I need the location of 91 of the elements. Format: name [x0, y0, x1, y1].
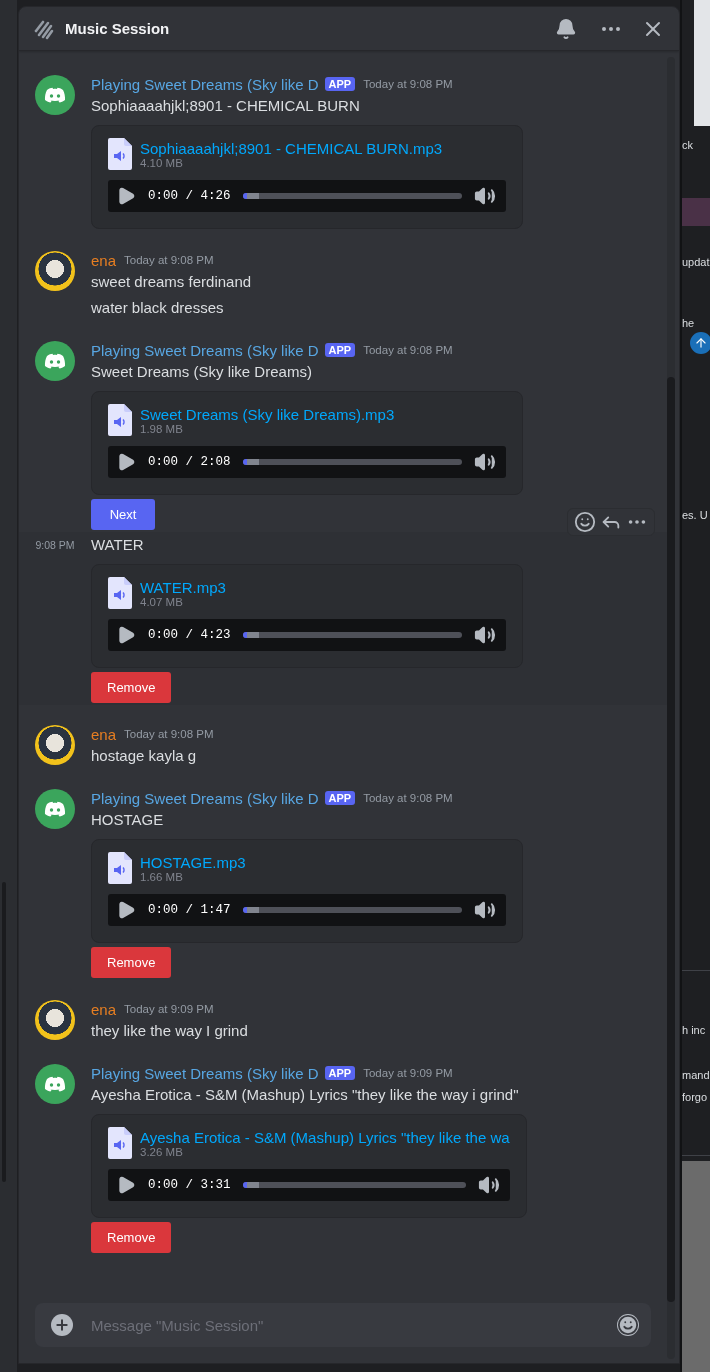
message-time: Today at 9:08 PM — [363, 78, 453, 90]
action-button[interactable]: Next — [91, 499, 155, 530]
background-text: updat — [682, 255, 710, 269]
message-text: sweet dreams ferdinand — [91, 272, 253, 292]
file-size: 3.26 MB — [140, 1145, 183, 1158]
background-text: es. U — [682, 508, 709, 522]
play-icon[interactable] — [116, 186, 136, 206]
message-time: Today at 9:08 PM — [363, 344, 453, 356]
bot-avatar — [35, 1064, 75, 1104]
author-name[interactable]: Playing Sweet Dreams (Sky like D — [91, 789, 319, 807]
audio-file-icon — [108, 404, 132, 436]
message-text: Sweet Dreams (Sky like Dreams) — [91, 362, 313, 382]
file-name-link[interactable]: Sweet Dreams (Sky like Dreams).mp3 — [140, 405, 395, 423]
emoji-icon[interactable] — [574, 511, 596, 533]
file-name-link[interactable]: HOSTAGE.mp3 — [140, 853, 246, 871]
add-icon[interactable] — [51, 1314, 73, 1336]
message-text: water black dresses — [91, 298, 225, 318]
audio-file-icon — [108, 852, 132, 884]
message-text: Sophiaaaahjkl;8901 - CHEMICAL BURN — [91, 96, 361, 116]
bot-avatar — [35, 341, 75, 381]
volume-icon[interactable] — [474, 899, 496, 921]
background-text: forgo — [682, 1090, 709, 1104]
file-size: 1.98 MB — [140, 422, 184, 435]
message-time: Today at 9:08 PM — [363, 792, 453, 804]
background-text: mand — [682, 1068, 710, 1082]
message-time: Today at 9:08 PM — [124, 728, 214, 740]
window-title: Music Session — [65, 20, 171, 37]
author-name[interactable]: Playing Sweet Dreams (Sky like D — [91, 341, 319, 359]
file-size: 4.10 MB — [140, 156, 183, 169]
action-button[interactable]: Remove — [91, 947, 172, 978]
author-name[interactable]: ena — [91, 725, 117, 743]
action-button[interactable]: Remove — [91, 672, 172, 703]
message-text: they like the way I grind — [91, 1021, 249, 1041]
message-time: 9:08 PM — [35, 539, 75, 553]
playback-time: 0:00 / 3:31 — [148, 1178, 231, 1192]
user-avatar[interactable] — [35, 725, 75, 765]
file-size: 4.07 MB — [140, 595, 183, 608]
message-text: HOSTAGE — [91, 810, 165, 830]
app-badge: APP — [324, 77, 356, 91]
message-text: hostage kayla g — [91, 746, 198, 766]
author-name[interactable]: Playing Sweet Dreams (Sky like D — [91, 75, 319, 93]
app-badge: APP — [324, 791, 356, 805]
message-text: WATER — [91, 535, 145, 555]
arrow-up-icon[interactable] — [690, 332, 710, 354]
audio-file-icon — [108, 138, 132, 170]
seek-track[interactable] — [242, 632, 462, 638]
message-time: Today at 9:09 PM — [124, 1003, 214, 1015]
scrollbar-thumb[interactable] — [667, 377, 675, 1302]
emoji-icon[interactable] — [617, 1314, 639, 1336]
play-icon[interactable] — [116, 900, 136, 920]
seek-track[interactable] — [242, 907, 462, 913]
seek-track[interactable] — [242, 193, 462, 199]
app-badge: APP — [324, 1066, 356, 1080]
user-avatar[interactable] — [35, 1000, 75, 1040]
playback-time: 0:00 / 2:08 — [148, 455, 231, 469]
play-icon[interactable] — [116, 452, 136, 472]
seek-track[interactable] — [242, 1182, 466, 1188]
message-text: Ayesha Erotica - S&M (Mashup) Lyrics "they like the way i grind" — [91, 1085, 520, 1105]
seek-track[interactable] — [242, 459, 462, 465]
user-avatar[interactable] — [35, 251, 75, 291]
playback-time: 0:00 / 4:26 — [148, 189, 231, 203]
file-name-link[interactable]: Ayesha Erotica - S&M (Mashup) Lyrics "they like the wa — [140, 1128, 510, 1146]
file-size: 1.66 MB — [140, 870, 183, 883]
message-time: Today at 9:09 PM — [363, 1067, 453, 1079]
background-text: h inc — [682, 1023, 707, 1037]
background-text: ck — [682, 138, 694, 152]
play-icon[interactable] — [116, 625, 136, 645]
message-composer[interactable]: Message "Music Session" — [35, 1303, 651, 1347]
file-name-link[interactable]: Sophiaaaahjkl;8901 - CHEMICAL BURN.mp3 — [140, 139, 443, 157]
author-name[interactable]: Playing Sweet Dreams (Sky like D — [91, 1064, 319, 1082]
message-input[interactable]: Message "Music Session" — [89, 1315, 601, 1335]
playback-time: 0:00 / 1:47 — [148, 903, 231, 917]
volume-icon[interactable] — [474, 185, 496, 207]
bot-avatar — [35, 75, 75, 115]
author-name[interactable]: ena — [91, 1000, 117, 1018]
bell-icon[interactable] — [555, 17, 577, 40]
audio-file-icon — [108, 1127, 132, 1159]
playback-time: 0:00 / 4:23 — [148, 628, 231, 642]
banner-strip — [682, 198, 710, 226]
author-name[interactable]: ena — [91, 251, 117, 269]
background-text: he — [682, 316, 696, 330]
volume-icon[interactable] — [474, 624, 496, 646]
message-time: Today at 9:08 PM — [124, 254, 214, 266]
action-button[interactable]: Remove — [91, 1222, 172, 1253]
file-name-link[interactable]: WATER.mp3 — [140, 578, 226, 596]
volume-icon[interactable] — [477, 1174, 500, 1196]
audio-file-icon — [108, 577, 132, 609]
volume-icon[interactable] — [474, 451, 496, 473]
play-icon[interactable] — [116, 1175, 136, 1195]
bot-avatar — [35, 789, 75, 829]
app-badge: APP — [324, 343, 356, 357]
